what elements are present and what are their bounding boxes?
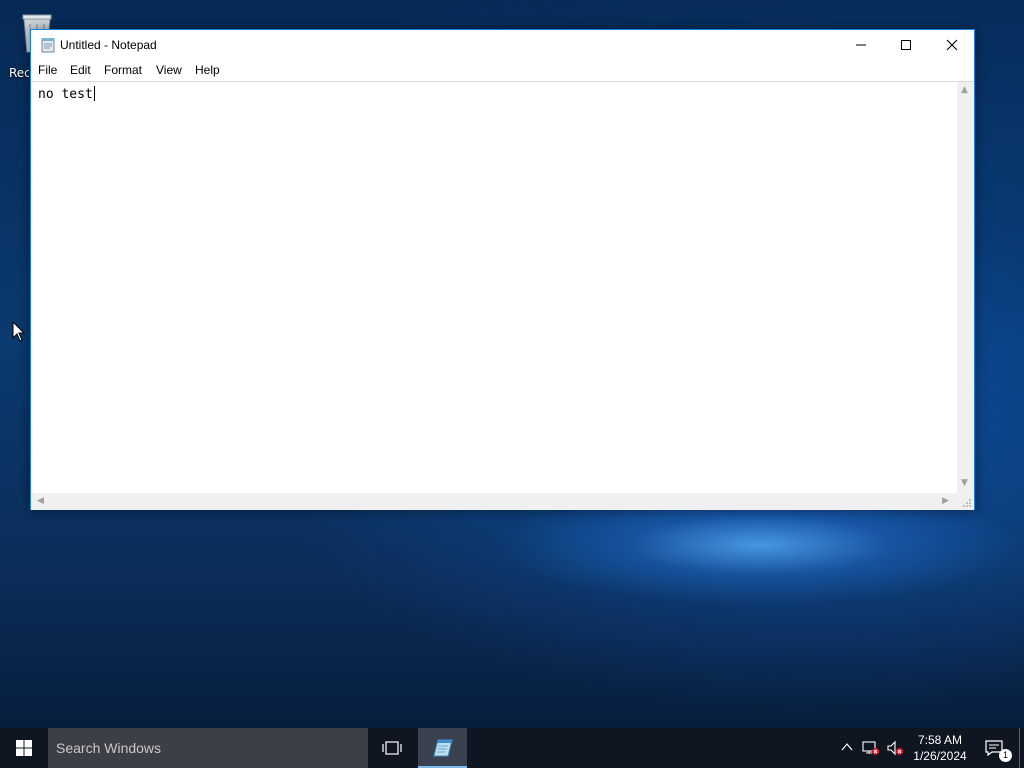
- title-bar[interactable]: Untitled - Notepad: [31, 30, 974, 60]
- show-desktop-button[interactable]: [1019, 728, 1024, 768]
- taskbar-notepad-button[interactable]: [418, 728, 467, 768]
- menu-view[interactable]: View: [156, 63, 182, 77]
- text-caret: [93, 86, 95, 101]
- menu-format[interactable]: Format: [104, 63, 142, 77]
- start-button[interactable]: [0, 728, 48, 768]
- notification-badge: 1: [999, 749, 1012, 762]
- taskbar: Search Windows 7:58 AM 1/26/2024 1: [0, 728, 1024, 768]
- maximize-icon: [901, 40, 911, 50]
- size-grip-icon: [963, 499, 971, 507]
- system-clock[interactable]: 7:58 AM 1/26/2024: [905, 732, 975, 764]
- notepad-icon: [41, 38, 55, 53]
- scroll-right-icon[interactable]: ▶: [942, 497, 949, 506]
- chevron-up-icon[interactable]: [840, 740, 854, 754]
- scroll-up-icon[interactable]: ▲: [961, 86, 968, 95]
- minimize-button[interactable]: [838, 30, 884, 60]
- search-placeholder[interactable]: Search Windows: [56, 740, 161, 756]
- menu-bar: File Edit Format View Help: [31, 60, 974, 81]
- notepad-icon: [433, 739, 453, 757]
- minimize-icon: [856, 44, 866, 46]
- scroll-down-icon[interactable]: ▼: [961, 479, 968, 488]
- task-view-icon: [382, 741, 402, 755]
- close-button[interactable]: [929, 30, 975, 60]
- menu-help[interactable]: Help: [195, 63, 220, 77]
- mouse-cursor-icon: [12, 321, 26, 342]
- vertical-scrollbar[interactable]: ▲ ▼: [957, 82, 974, 493]
- clock-time: 7:58 AM: [917, 733, 963, 747]
- size-grip[interactable]: [957, 493, 974, 510]
- recycle-bin-label: Recycle Bin: [9, 66, 29, 80]
- clock-date: 1/26/2024: [913, 749, 967, 763]
- maximize-button[interactable]: [883, 30, 929, 60]
- menu-file[interactable]: File: [38, 63, 57, 77]
- close-icon: [946, 39, 958, 51]
- menu-edit[interactable]: Edit: [70, 63, 91, 77]
- scroll-left-icon[interactable]: ◀: [37, 497, 44, 506]
- notepad-window[interactable]: Untitled - Notepad File Edit Format View…: [30, 29, 975, 510]
- document-text[interactable]: no test: [38, 87, 93, 102]
- task-view-button[interactable]: [372, 728, 412, 768]
- horizontal-scrollbar[interactable]: ◀ ▶: [31, 493, 957, 510]
- network-icon[interactable]: [862, 740, 880, 756]
- text-editor-area[interactable]: no test ▲ ▼ ◀ ▶: [31, 81, 974, 510]
- windows-logo-icon: [16, 740, 32, 756]
- window-title: Untitled - Notepad: [60, 38, 157, 52]
- search-box[interactable]: Search Windows: [48, 728, 368, 768]
- volume-muted-icon[interactable]: [886, 740, 904, 756]
- action-center-button[interactable]: 1: [980, 728, 1016, 768]
